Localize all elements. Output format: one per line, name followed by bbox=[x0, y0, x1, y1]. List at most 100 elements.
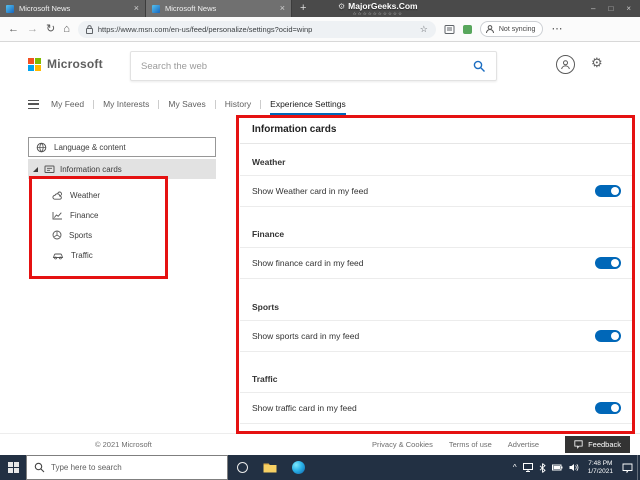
weather-toggle[interactable] bbox=[595, 185, 621, 197]
sidebar-item-finance[interactable]: Finance bbox=[28, 205, 216, 225]
window-controls: – □ × bbox=[582, 0, 640, 17]
url-text: https://www.msn.com/en-us/feed/personali… bbox=[97, 24, 313, 34]
nav-separator bbox=[214, 99, 216, 109]
search-icon[interactable] bbox=[473, 60, 486, 73]
nav-separator bbox=[260, 99, 262, 109]
section-heading: Weather bbox=[240, 144, 633, 176]
pc-icon[interactable] bbox=[522, 463, 533, 472]
taskbar-search-input[interactable] bbox=[51, 463, 220, 472]
traffic-toggle[interactable] bbox=[595, 401, 621, 414]
person-icon bbox=[561, 60, 570, 70]
finance-section: Finance Show finance card in my feed bbox=[240, 216, 633, 288]
minimize-button[interactable]: – bbox=[591, 4, 595, 13]
not-syncing-label: Not syncing bbox=[498, 25, 536, 33]
feedback-label: Feedback bbox=[588, 440, 621, 449]
microsoft-brand-text: Microsoft bbox=[47, 57, 103, 71]
finance-toggle[interactable] bbox=[595, 257, 621, 270]
browser-tab-1[interactable]: Microsoft News × bbox=[0, 0, 146, 17]
collections-icon[interactable] bbox=[444, 24, 455, 35]
site-favicon bbox=[152, 4, 160, 13]
tray-chevron-icon[interactable]: ^ bbox=[513, 463, 517, 472]
watermark-title: MajorGeeks.Com bbox=[348, 1, 418, 11]
sidebar-item-label: Information cards bbox=[60, 164, 122, 174]
bluetooth-icon[interactable] bbox=[539, 462, 546, 473]
favorite-star-icon[interactable]: ☆ bbox=[420, 24, 428, 35]
cards-icon bbox=[44, 164, 55, 174]
lock-icon bbox=[85, 24, 93, 34]
nav-experience-settings[interactable]: Experience Settings bbox=[270, 95, 346, 115]
address-bar[interactable]: https://www.msn.com/en-us/feed/personali… bbox=[77, 20, 436, 38]
sidebar-item-traffic[interactable]: Traffic bbox=[28, 245, 216, 265]
settings-gear-icon[interactable]: ⚙ bbox=[591, 56, 603, 69]
nav-my-saves[interactable]: My Saves bbox=[168, 95, 205, 113]
link-terms-of-use[interactable]: Terms of use bbox=[449, 440, 492, 449]
maximize-button[interactable]: □ bbox=[608, 4, 613, 13]
windows-logo-icon bbox=[7, 462, 19, 473]
msn-nav: My Feed My Interests My Saves History Ex… bbox=[28, 95, 346, 115]
file-explorer-button[interactable] bbox=[256, 455, 284, 480]
start-button[interactable] bbox=[0, 455, 26, 480]
feedback-button[interactable]: Feedback bbox=[565, 436, 630, 453]
sports-toggle[interactable] bbox=[595, 329, 621, 342]
battery-icon[interactable] bbox=[551, 464, 563, 471]
sidebar-item-language-content[interactable]: Language & content bbox=[28, 137, 216, 157]
nav-history[interactable]: History bbox=[225, 95, 251, 113]
action-center-icon[interactable] bbox=[622, 463, 633, 473]
watermark-stars: ☆☆☆☆☆☆☆☆☆☆ bbox=[352, 11, 403, 16]
microsoft-logo-icon bbox=[28, 57, 41, 71]
not-syncing-button[interactable]: Not syncing bbox=[479, 21, 544, 37]
refresh-icon[interactable]: ↻ bbox=[46, 23, 55, 35]
edge-button[interactable] bbox=[284, 455, 312, 480]
folder-icon bbox=[263, 463, 277, 473]
link-privacy-cookies[interactable]: Privacy & Cookies bbox=[372, 440, 433, 449]
cortana-icon bbox=[236, 462, 248, 473]
forward-icon[interactable]: → bbox=[27, 23, 38, 35]
settings-sections: Weather Show Weather card in my feed Fin… bbox=[240, 144, 633, 433]
nav-separator bbox=[93, 99, 95, 109]
volume-icon[interactable] bbox=[569, 463, 579, 472]
weather-section: Weather Show Weather card in my feed bbox=[240, 144, 633, 216]
new-tab-button[interactable]: + bbox=[292, 0, 314, 17]
sidebar-item-weather[interactable]: Weather bbox=[28, 185, 216, 205]
section-heading: Finance bbox=[240, 216, 633, 249]
more-menu-icon[interactable]: ⋯ bbox=[551, 23, 562, 35]
browser-toolbar: ← → ↻ ⌂ https://www.msn.com/en-us/feed/p… bbox=[0, 17, 640, 42]
menu-icon[interactable] bbox=[28, 99, 39, 109]
windows-taskbar: ^ 7:48 PM 1/7/2021 bbox=[0, 455, 640, 480]
sidebar-item-information-cards[interactable]: Information cards bbox=[28, 159, 216, 179]
traffic-icon bbox=[52, 251, 64, 260]
tab-close-icon[interactable]: × bbox=[280, 4, 285, 13]
nav-my-feed[interactable]: My Feed bbox=[51, 95, 84, 113]
sidebar-subitem-label: Traffic bbox=[71, 250, 93, 260]
sidebar-item-sports[interactable]: Sports bbox=[28, 225, 216, 245]
browser-tab-strip: Microsoft News × Microsoft News × + ⚙ Ma… bbox=[0, 0, 640, 17]
toggle-label: Show Weather card in my feed bbox=[252, 186, 369, 196]
footer-links: Privacy & Cookies Terms of use Advertise bbox=[372, 440, 539, 449]
cortana-button[interactable] bbox=[228, 455, 256, 480]
copyright-text: © 2021 Microsoft bbox=[95, 440, 152, 449]
information-cards-panel: Information cards Weather Show Weather c… bbox=[240, 117, 633, 433]
toggle-label: Show traffic card in my feed bbox=[252, 402, 357, 413]
feedback-icon bbox=[574, 440, 583, 449]
site-favicon bbox=[6, 4, 14, 13]
toggle-row: Show finance card in my feed bbox=[240, 248, 633, 280]
tab-close-icon[interactable]: × bbox=[134, 4, 139, 13]
taskbar-search-box[interactable] bbox=[26, 455, 228, 480]
home-icon[interactable]: ⌂ bbox=[63, 23, 70, 35]
toggle-row: Show sports card in my feed bbox=[240, 321, 633, 352]
link-advertise[interactable]: Advertise bbox=[508, 440, 539, 449]
close-button[interactable]: × bbox=[626, 4, 631, 13]
microsoft-logo[interactable]: Microsoft bbox=[28, 57, 103, 71]
clock-date: 1/7/2021 bbox=[587, 467, 613, 475]
page-footer: © 2021 Microsoft Privacy & Cookies Terms… bbox=[0, 433, 640, 455]
extension-icon[interactable] bbox=[462, 24, 472, 34]
browser-tab-2[interactable]: Microsoft News × bbox=[146, 0, 292, 17]
settings-sidebar: Language & content Information cards Wea… bbox=[28, 137, 216, 265]
account-button[interactable] bbox=[556, 55, 575, 74]
back-icon[interactable]: ← bbox=[8, 23, 19, 35]
toggle-label: Show finance card in my feed bbox=[252, 258, 364, 269]
toggle-label: Show sports card in my feed bbox=[252, 330, 360, 341]
web-search-input[interactable] bbox=[141, 60, 473, 72]
taskbar-clock[interactable]: 7:48 PM 1/7/2021 bbox=[585, 460, 616, 476]
nav-my-interests[interactable]: My Interests bbox=[103, 95, 149, 113]
